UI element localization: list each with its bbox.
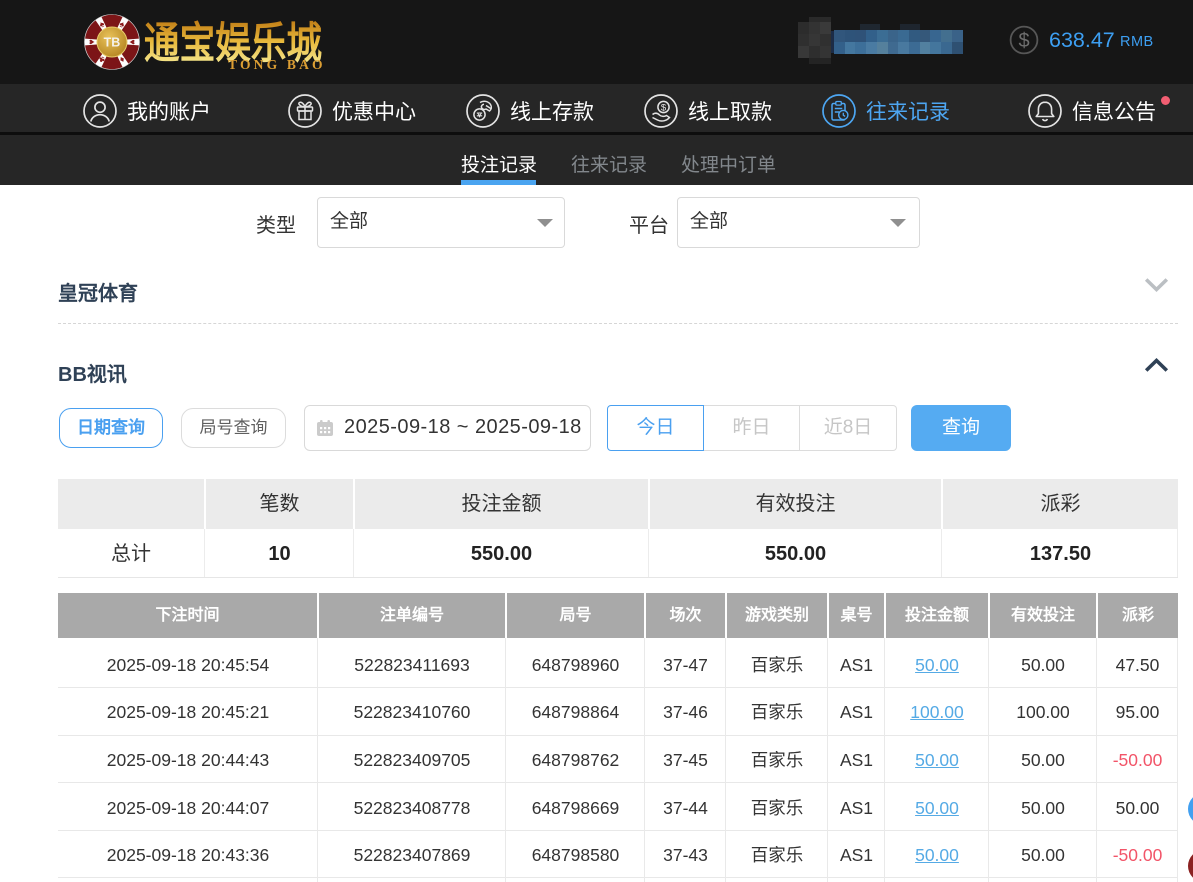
svg-text:$: $ — [1018, 30, 1029, 52]
svg-text:♥: ♥ — [87, 39, 97, 44]
svg-text:$: $ — [661, 103, 667, 114]
svg-text:TONG BAO: TONG BAO — [228, 57, 326, 72]
svg-text:TB: TB — [104, 36, 121, 50]
svg-text:♥: ♥ — [128, 39, 138, 44]
